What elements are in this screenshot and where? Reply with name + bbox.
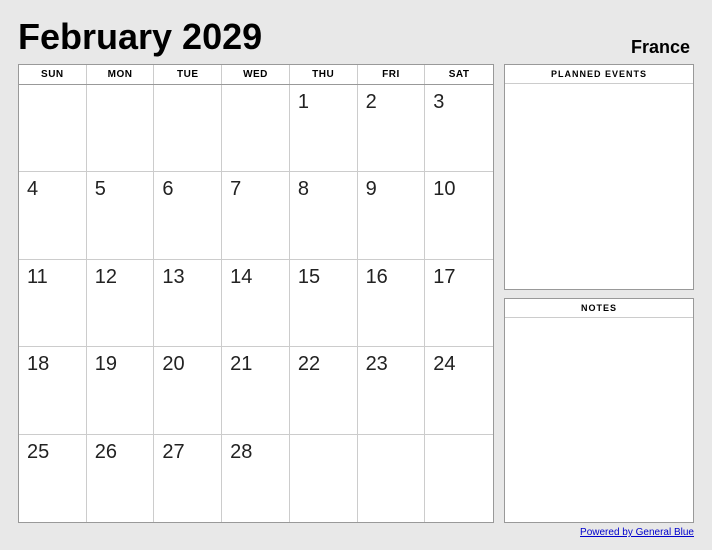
day-header-sat: SAT xyxy=(425,65,493,84)
notes-content xyxy=(505,318,693,523)
day-cell: 3 xyxy=(425,85,493,172)
day-cell xyxy=(222,85,290,172)
day-header-fri: FRI xyxy=(358,65,426,84)
header: February 2029 France xyxy=(18,16,694,58)
day-cell: 13 xyxy=(154,260,222,347)
page-title: February 2029 xyxy=(18,16,262,58)
day-cell: 4 xyxy=(19,172,87,259)
calendar-grid-container: SUNMONTUEWEDTHUFRISAT 123456789101112131… xyxy=(18,64,494,523)
day-cell: 17 xyxy=(425,260,493,347)
day-cell: 11 xyxy=(19,260,87,347)
day-cell: 24 xyxy=(425,347,493,434)
planned-events-box: PLANNED EVENTS xyxy=(504,64,694,290)
day-header-mon: MON xyxy=(87,65,155,84)
footer: Powered by General Blue xyxy=(18,527,694,538)
main-area: SUNMONTUEWEDTHUFRISAT 123456789101112131… xyxy=(18,64,694,523)
calendar-days-grid: 1234567891011121314151617181920212223242… xyxy=(19,85,493,522)
day-cell xyxy=(154,85,222,172)
day-cell: 8 xyxy=(290,172,358,259)
planned-events-content xyxy=(505,84,693,289)
day-cell: 9 xyxy=(358,172,426,259)
day-cell: 6 xyxy=(154,172,222,259)
day-cell xyxy=(19,85,87,172)
day-cell: 12 xyxy=(87,260,155,347)
day-cell: 1 xyxy=(290,85,358,172)
powered-by-link[interactable]: Powered by General Blue xyxy=(580,527,694,538)
planned-events-title: PLANNED EVENTS xyxy=(505,65,693,84)
day-cell: 25 xyxy=(19,435,87,522)
day-cell: 22 xyxy=(290,347,358,434)
notes-title: NOTES xyxy=(505,299,693,318)
day-header-tue: TUE xyxy=(154,65,222,84)
day-cell: 27 xyxy=(154,435,222,522)
day-cell xyxy=(290,435,358,522)
day-cell: 15 xyxy=(290,260,358,347)
day-cell: 5 xyxy=(87,172,155,259)
day-cell: 14 xyxy=(222,260,290,347)
notes-box: NOTES xyxy=(504,298,694,524)
day-cell: 7 xyxy=(222,172,290,259)
day-cell xyxy=(425,435,493,522)
day-cell xyxy=(358,435,426,522)
day-cell: 19 xyxy=(87,347,155,434)
day-cell: 16 xyxy=(358,260,426,347)
calendar-page: February 2029 France SUNMONTUEWEDTHUFRIS… xyxy=(0,0,712,550)
day-cell: 28 xyxy=(222,435,290,522)
day-cell xyxy=(87,85,155,172)
day-cell: 10 xyxy=(425,172,493,259)
day-cell: 18 xyxy=(19,347,87,434)
day-header-thu: THU xyxy=(290,65,358,84)
day-header-sun: SUN xyxy=(19,65,87,84)
country-label: France xyxy=(631,37,694,58)
day-cell: 20 xyxy=(154,347,222,434)
day-cell: 26 xyxy=(87,435,155,522)
sidebar: PLANNED EVENTS NOTES xyxy=(504,64,694,523)
day-header-wed: WED xyxy=(222,65,290,84)
day-cell: 2 xyxy=(358,85,426,172)
day-cell: 21 xyxy=(222,347,290,434)
day-headers-row: SUNMONTUEWEDTHUFRISAT xyxy=(19,65,493,85)
day-cell: 23 xyxy=(358,347,426,434)
